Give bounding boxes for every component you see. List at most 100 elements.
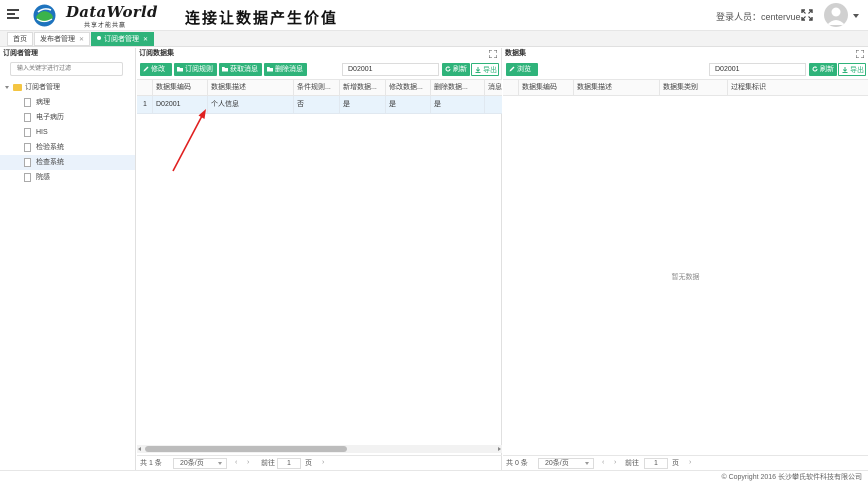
column-header[interactable]: 修改数据... [386,80,431,96]
column-header[interactable]: 数据集描述 [574,80,660,96]
pencil-icon [143,66,149,72]
column-header[interactable]: 数据集编码 [519,80,574,96]
delete-message-button[interactable]: 删除消息 [264,63,307,76]
export-button[interactable]: 导出 [838,63,866,76]
prev-page-icon[interactable]: ‹ [602,459,604,466]
panel-header: 订阅数据集 [137,48,501,60]
tree-item-emr[interactable]: 电子病历 [0,110,135,125]
get-message-button[interactable]: 获取消息 [219,63,262,76]
scrollbar-thumb[interactable] [145,446,347,452]
scroll-right-icon[interactable] [498,447,501,451]
index-header [137,80,153,96]
folder-icon [222,67,228,72]
download-icon [842,67,848,73]
next-page-icon[interactable]: › [247,459,249,466]
page-unit: 页 [305,460,312,467]
table-header: 数据集编码 数据集描述 条件规则... 新增数据... 修改数据... 删除数据… [137,79,502,96]
document-icon [24,173,31,182]
brand: DataWorld 共享才能共赢 [66,3,158,29]
tree-item-label: 检查系统 [36,159,64,166]
page-unit: 页 [672,460,679,467]
panel-title: 订阅数据集 [139,50,174,57]
page-number-input[interactable]: 1 [644,458,668,469]
dataset-search-input[interactable]: D02001 [709,63,806,76]
folder-icon [177,67,183,72]
menu-toggle-icon[interactable] [7,9,19,21]
refresh-button[interactable]: 刷新 [809,63,837,76]
next-page-icon[interactable]: › [689,459,691,466]
tab-label: 发布者管理 [40,36,75,43]
slogan: 连接让数据产生价值 [185,9,339,27]
column-header[interactable]: 新增数据... [340,80,386,96]
horizontal-scrollbar[interactable] [137,445,502,453]
button-label: 浏览 [517,66,531,73]
cell-msg [485,96,502,114]
copyright-text: © Copyright 2016 长沙攀氏软件科技有限公司 [721,474,862,481]
page-size-select[interactable]: 20条/页 [173,458,227,469]
button-label: 导出 [483,67,497,74]
avatar[interactable] [824,3,848,27]
column-header[interactable]: 数据集类别 [660,80,728,96]
goto-label: 前往 [625,460,639,467]
page-size-value: 20条/页 [180,460,204,467]
tree-item-exam-system[interactable]: 检查系统 [0,155,135,170]
caret-down-icon[interactable] [5,86,9,89]
tree-filter-input[interactable] [10,62,123,76]
subscribe-rule-button[interactable]: 订阅规则 [174,63,217,76]
column-header[interactable]: 消息 [485,80,502,96]
tab-home[interactable]: 首页 [7,32,33,46]
tab-label: 首页 [13,36,27,43]
document-icon [24,158,31,167]
tree-item-label: 电子病历 [36,114,64,121]
button-label: 订阅规则 [185,66,213,73]
column-header[interactable]: 数据集编码 [153,80,208,96]
close-icon[interactable]: ✕ [143,37,148,43]
browse-button[interactable]: 浏览 [506,63,538,76]
next-page-icon[interactable]: › [322,459,324,466]
document-icon [24,128,31,137]
close-icon[interactable]: ✕ [79,37,84,43]
column-header[interactable]: 条件规则... [294,80,340,96]
button-label: 导出 [850,67,864,74]
edit-button[interactable]: 修改 [140,63,172,76]
tree-root-label: 订阅者管理 [25,84,60,91]
tree-item-pathology[interactable]: 病理 [0,95,135,110]
dataset-search-input[interactable]: D02001 [342,63,439,76]
next-page-icon[interactable]: › [614,459,616,466]
prev-page-icon[interactable]: ‹ [235,459,237,466]
fullscreen-icon[interactable] [801,9,813,21]
document-icon [24,113,31,122]
button-label: 修改 [151,66,165,73]
table-header: 数据集编码 数据集描述 数据集类别 过程集标识 [503,79,868,96]
expand-icon[interactable] [856,50,864,58]
column-header[interactable]: 数据集描述 [208,80,294,96]
document-icon [24,98,31,107]
export-button[interactable]: 导出 [471,63,499,76]
refresh-button[interactable]: 刷新 [442,63,470,76]
page-number-input[interactable]: 1 [277,458,301,469]
tree-item-his[interactable]: HIS [0,125,135,140]
dataworld-logo [33,4,56,27]
folder-icon [267,67,273,72]
tree-root[interactable]: 订阅者管理 [0,80,135,95]
tree-item-label: 院感 [36,174,50,181]
pencil-icon [509,66,515,72]
tree-item-label: 检验系统 [36,144,64,151]
row-index: 1 [137,96,153,114]
empty-state: 暂无数据 [671,274,700,281]
tree-item-infection[interactable]: 院感 [0,170,135,185]
index-header [503,80,519,96]
active-dot-icon [97,36,101,40]
tab-subscriber-management[interactable]: 订阅者管理 ✕ [91,32,155,46]
cell-code: D02001 [153,96,208,114]
column-header[interactable]: 删除数据... [431,80,485,96]
column-header[interactable]: 过程集标识 [728,80,868,96]
tree-item-lab-system[interactable]: 检验系统 [0,140,135,155]
scroll-left-icon[interactable] [138,447,141,451]
avatar-dropdown-icon[interactable] [853,14,859,18]
user-avatar-icon [827,7,845,25]
table-row[interactable]: 1 D02001 个人信息 否 是 是 是 [137,96,502,114]
tab-publisher-management[interactable]: 发布者管理 ✕ [34,32,91,46]
expand-icon[interactable] [489,50,497,58]
page-size-select[interactable]: 20条/页 [538,458,594,469]
